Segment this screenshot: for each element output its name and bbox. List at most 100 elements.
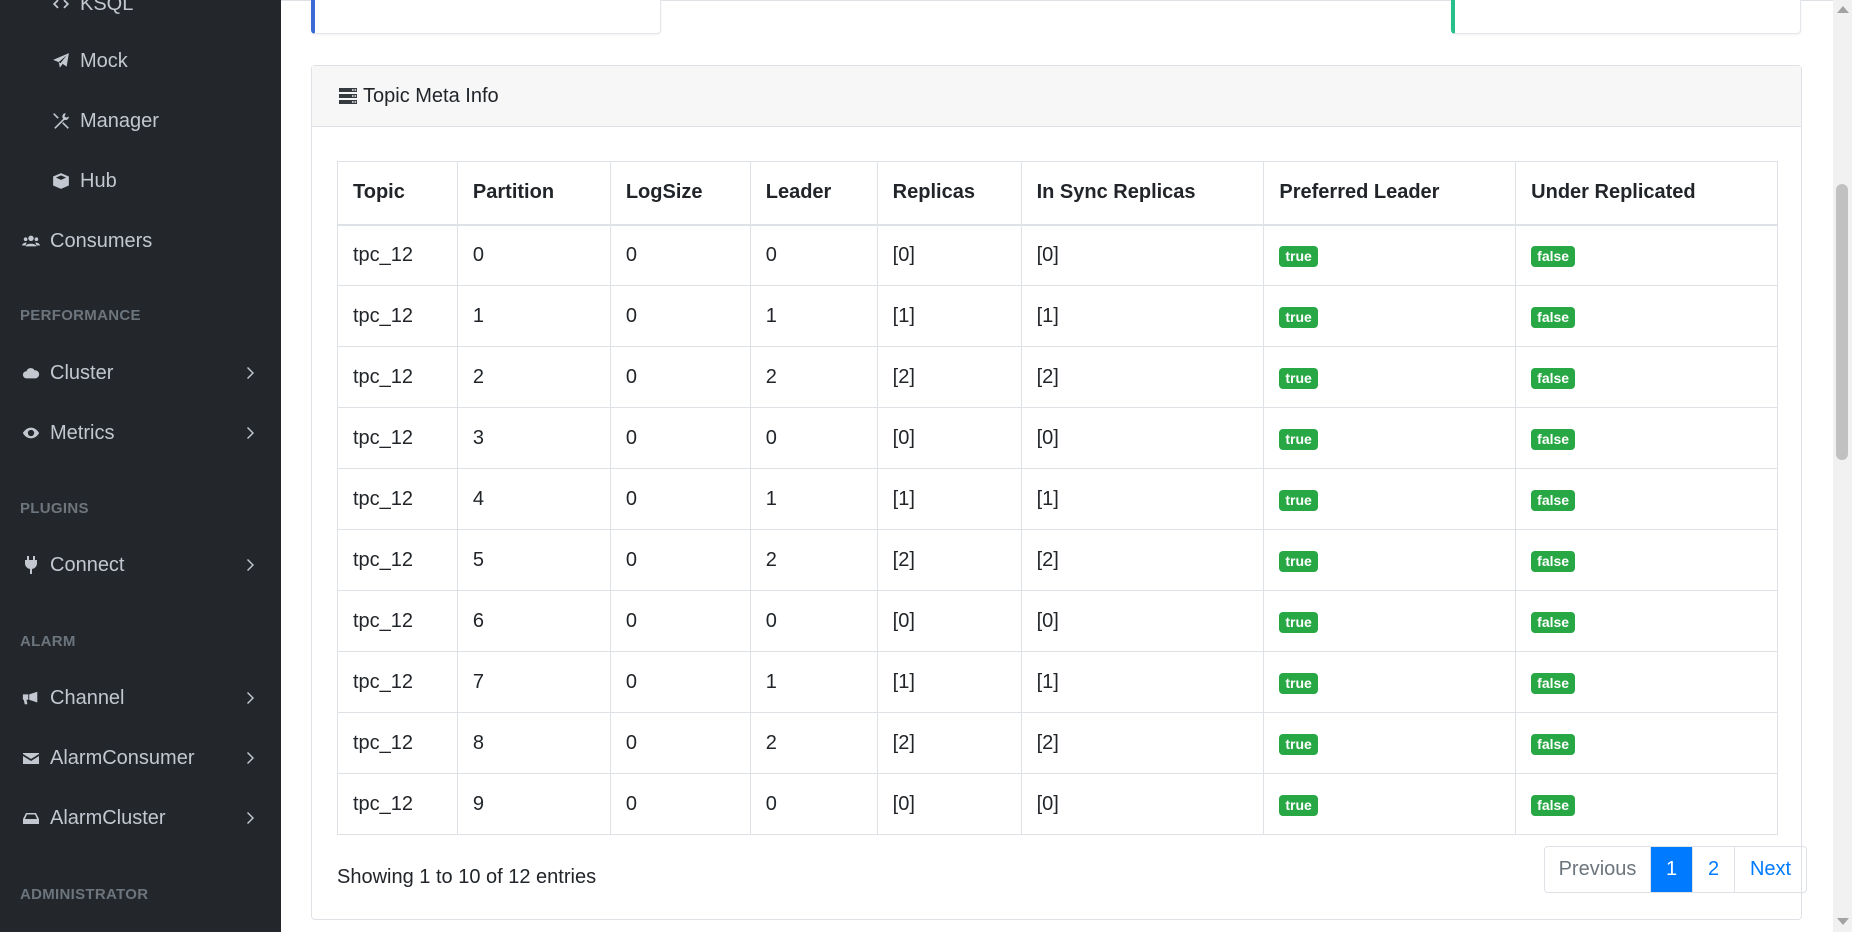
info-box-right bbox=[1451, 0, 1801, 34]
topic-meta-info-card: Topic Meta Info Topic Partition LogSize … bbox=[311, 65, 1807, 920]
cell-in-sync-replicas: [1] bbox=[1020, 468, 1265, 530]
scroll-thumb[interactable] bbox=[1836, 184, 1848, 460]
sidebar-item-manager[interactable]: Manager bbox=[0, 101, 281, 141]
cell-preferred-leader: true bbox=[1263, 407, 1517, 469]
cell-preferred-leader: true bbox=[1263, 468, 1517, 530]
sidebar-item-alarmconsumer[interactable]: AlarmConsumer bbox=[0, 738, 281, 778]
chevron-right-icon bbox=[241, 688, 261, 708]
sidebar-item-consumers[interactable]: Consumers bbox=[0, 221, 281, 261]
sidebar: KSQL Mock Manager Hub Consumers PERFORMA… bbox=[0, 0, 281, 932]
cell-preferred-leader: true bbox=[1263, 773, 1517, 835]
sidebar-item-label: Manager bbox=[80, 109, 159, 132]
section-header-plugins: PLUGINS bbox=[20, 500, 89, 517]
table-row: tpc_12 2 0 2 [2] [2] true false bbox=[337, 346, 1778, 408]
sidebar-item-label: AlarmConsumer bbox=[50, 746, 195, 769]
page-2-button[interactable]: 2 bbox=[1692, 847, 1734, 892]
section-header-performance: PERFORMANCE bbox=[20, 307, 141, 324]
status-badge: false bbox=[1531, 794, 1576, 816]
cell-in-sync-replicas: [2] bbox=[1020, 346, 1265, 408]
status-badge: true bbox=[1279, 428, 1318, 450]
sidebar-item-hub[interactable]: Hub bbox=[0, 161, 281, 201]
cell-replicas: [1] bbox=[876, 285, 1022, 347]
cell-under-replicated: false bbox=[1515, 224, 1778, 286]
cell-in-sync-replicas: [1] bbox=[1020, 285, 1265, 347]
scroll-down-icon[interactable] bbox=[1837, 918, 1849, 925]
cell-in-sync-replicas: [0] bbox=[1020, 773, 1265, 835]
sidebar-item-label: AlarmCluster bbox=[50, 806, 166, 829]
cell-preferred-leader: true bbox=[1263, 529, 1517, 591]
sidebar-item-mock[interactable]: Mock bbox=[0, 41, 281, 81]
cell-logsize: 0 bbox=[609, 529, 751, 591]
column-header-leader[interactable]: Leader bbox=[749, 161, 878, 226]
cell-topic: tpc_12 bbox=[337, 529, 458, 591]
chevron-right-icon bbox=[241, 555, 261, 575]
sidebar-item-alarmcluster[interactable]: AlarmCluster bbox=[0, 798, 281, 838]
cell-leader: 1 bbox=[749, 651, 878, 713]
sidebar-item-cluster[interactable]: Cluster bbox=[0, 353, 281, 393]
status-badge: false bbox=[1531, 428, 1576, 450]
cell-leader: 0 bbox=[749, 407, 878, 469]
scrollbar[interactable] bbox=[1833, 0, 1852, 932]
column-header-logsize[interactable]: LogSize bbox=[609, 161, 751, 226]
column-header-in-sync-replicas[interactable]: In Sync Replicas bbox=[1020, 161, 1265, 226]
status-badge: true bbox=[1279, 550, 1318, 572]
column-header-replicas[interactable]: Replicas bbox=[876, 161, 1022, 226]
cell-in-sync-replicas: [0] bbox=[1020, 407, 1265, 469]
cell-replicas: [0] bbox=[876, 407, 1022, 469]
sidebar-item-label: Mock bbox=[80, 49, 128, 72]
cell-in-sync-replicas: [2] bbox=[1020, 529, 1265, 591]
cell-under-replicated: false bbox=[1515, 590, 1778, 652]
cell-partition: 9 bbox=[456, 773, 611, 835]
card-title: Topic Meta Info bbox=[363, 84, 499, 107]
next-button[interactable]: Next bbox=[1734, 847, 1806, 892]
cell-leader: 2 bbox=[749, 529, 878, 591]
page-1-button[interactable]: 1 bbox=[1650, 847, 1692, 892]
sidebar-item-metrics[interactable]: Metrics bbox=[0, 413, 281, 453]
status-badge: true bbox=[1279, 611, 1318, 633]
table-row: tpc_12 6 0 0 [0] [0] true false bbox=[337, 590, 1778, 652]
cube-icon bbox=[50, 170, 72, 192]
code-icon bbox=[50, 0, 72, 15]
cell-in-sync-replicas: [0] bbox=[1020, 224, 1265, 286]
cell-in-sync-replicas: [2] bbox=[1020, 712, 1265, 774]
column-header-partition[interactable]: Partition bbox=[456, 161, 611, 226]
column-header-topic[interactable]: Topic bbox=[337, 161, 458, 226]
table-body: tpc_12 0 0 0 [0] [0] true false tpc_12 1 0 1 [1] [1] t… bbox=[337, 224, 1778, 835]
scroll-up-icon[interactable] bbox=[1837, 6, 1849, 13]
cell-topic: tpc_12 bbox=[337, 407, 458, 469]
cell-leader: 1 bbox=[749, 468, 878, 530]
sidebar-item-label: Cluster bbox=[50, 361, 114, 384]
chevron-right-icon bbox=[241, 748, 261, 768]
cell-replicas: [0] bbox=[876, 590, 1022, 652]
main-content: Topic Meta Info Topic Partition LogSize … bbox=[281, 0, 1833, 932]
previous-button[interactable]: Previous bbox=[1545, 847, 1650, 892]
cell-under-replicated: false bbox=[1515, 529, 1778, 591]
sidebar-item-label: Connect bbox=[50, 553, 125, 576]
sidebar-item-connect[interactable]: Connect bbox=[0, 545, 281, 585]
sidebar-item-label: KSQL bbox=[80, 0, 134, 15]
cell-partition: 5 bbox=[456, 529, 611, 591]
cell-preferred-leader: true bbox=[1263, 712, 1517, 774]
cell-logsize: 0 bbox=[609, 407, 751, 469]
sidebar-item-channel[interactable]: Channel bbox=[0, 678, 281, 718]
table-row: tpc_12 3 0 0 [0] [0] true false bbox=[337, 407, 1778, 469]
cell-topic: tpc_12 bbox=[337, 346, 458, 408]
status-badge: false bbox=[1531, 672, 1576, 694]
cell-partition: 0 bbox=[456, 224, 611, 286]
table-row: tpc_12 1 0 1 [1] [1] true false bbox=[337, 285, 1778, 347]
cell-preferred-leader: true bbox=[1263, 285, 1517, 347]
column-header-preferred-leader[interactable]: Preferred Leader bbox=[1263, 161, 1517, 226]
cell-topic: tpc_12 bbox=[337, 712, 458, 774]
cell-logsize: 0 bbox=[609, 651, 751, 713]
status-badge: true bbox=[1279, 245, 1318, 267]
envelope-icon bbox=[20, 747, 42, 769]
cell-preferred-leader: true bbox=[1263, 224, 1517, 286]
status-badge: true bbox=[1279, 733, 1318, 755]
sidebar-item-label: Channel bbox=[50, 686, 125, 709]
cell-under-replicated: false bbox=[1515, 346, 1778, 408]
column-header-under-replicated[interactable]: Under Replicated bbox=[1515, 161, 1778, 226]
status-badge: true bbox=[1279, 306, 1318, 328]
cell-preferred-leader: true bbox=[1263, 346, 1517, 408]
sidebar-item-ksql[interactable]: KSQL bbox=[0, 0, 281, 24]
server-icon bbox=[337, 85, 359, 107]
